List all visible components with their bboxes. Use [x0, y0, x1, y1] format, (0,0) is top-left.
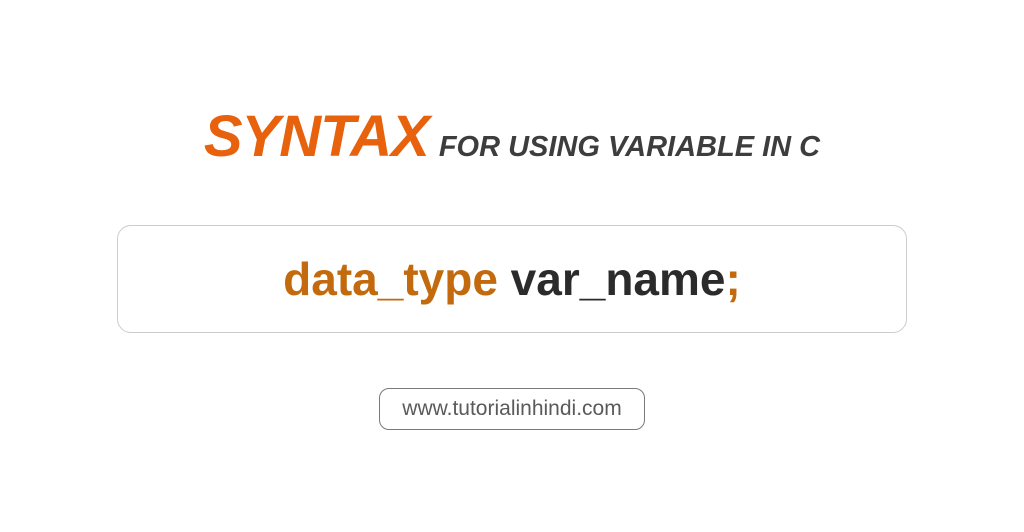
title-highlight: SYNTAX	[204, 103, 429, 170]
source-url-box: www.tutorialinhindi.com	[379, 388, 644, 430]
syntax-code-box: data_type var_name;	[117, 225, 907, 333]
source-url: www.tutorialinhindi.com	[402, 397, 621, 420]
code-line: data_type var_name;	[148, 252, 876, 306]
code-datatype: data_type	[283, 253, 498, 305]
title-rest: FOR USING VARIABLE IN C	[439, 131, 820, 164]
page-title: SYNTAX FOR USING VARIABLE IN C	[204, 103, 820, 170]
code-semicolon: ;	[726, 253, 741, 305]
code-varname: var_name	[498, 253, 726, 305]
